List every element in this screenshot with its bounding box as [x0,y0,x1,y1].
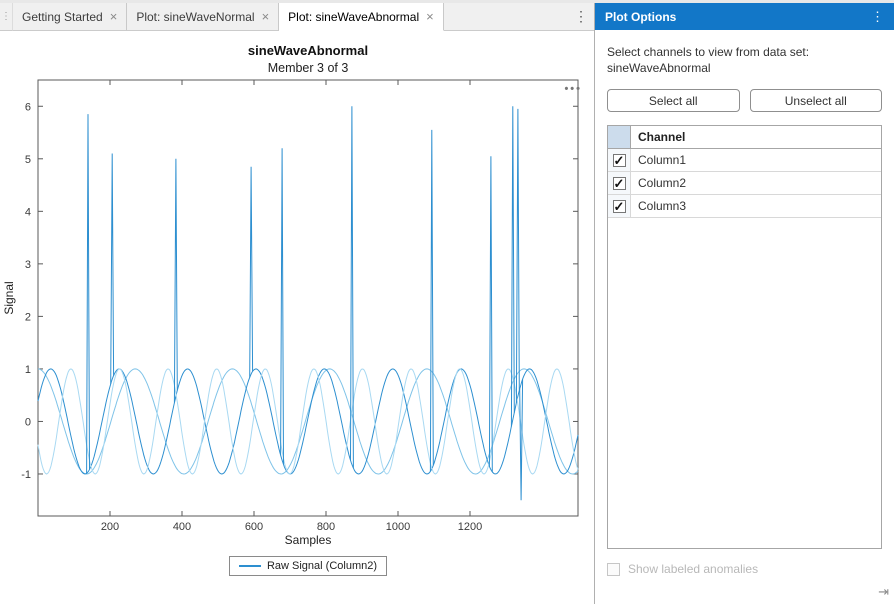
plot-subtitle: Member 3 of 3 [11,61,605,75]
plot-region: sineWaveAbnormal Member 3 of 3 ••• 20040… [0,31,594,604]
channel-name: Column2 [631,172,881,194]
tab-label: Plot: sineWaveNormal [136,10,254,24]
legend-line-swatch [239,565,261,567]
channel-column-header: Channel [631,126,881,148]
svg-text:Signal: Signal [2,281,16,314]
svg-text:5: 5 [25,154,31,166]
panel-header: Plot Options ⋮ [595,3,894,30]
tab-label: Plot: sineWaveAbnormal [288,10,419,24]
legend-wrap: Raw Signal (Column2) [11,556,605,576]
channel-checkbox[interactable] [613,200,626,213]
svg-text:3: 3 [25,259,31,271]
channel-table: Channel Column1 Column2 [607,125,882,549]
tab-label: Getting Started [22,10,103,24]
table-row-column3[interactable]: Column3 [608,195,881,218]
channel-name: Column3 [631,195,881,217]
chart-legend: Raw Signal (Column2) [229,556,387,576]
tab-bar: ⋮ Getting Started × Plot: sineWaveNormal… [0,3,594,31]
show-anomalies-label: Show labeled anomalies [628,562,758,576]
channel-name: Column1 [631,149,881,171]
drag-handle-icon[interactable]: ⋮ [0,3,13,31]
app-window: ⋮ Getting Started × Plot: sineWaveNormal… [0,0,894,604]
legend-label: Raw Signal (Column2) [267,560,377,572]
tab-plot-sinewavenormal[interactable]: Plot: sineWaveNormal × [127,3,279,31]
table-row-column1[interactable]: Column1 [608,149,881,172]
unselect-all-button[interactable]: Unselect all [750,89,883,112]
tab-close-icon[interactable]: × [110,10,118,23]
document-area: ⋮ Getting Started × Plot: sineWaveNormal… [0,3,594,604]
checkbox-cell [608,149,631,171]
tab-overflow-menu-icon[interactable]: ⋮ [568,3,594,31]
svg-text:1000: 1000 [386,521,410,532]
svg-text:1: 1 [25,364,31,376]
tab-bar-spacer [444,3,568,31]
channel-checkbox[interactable] [613,177,626,190]
button-row: Select all Unselect all [607,89,882,112]
signal-chart[interactable]: 200 400 600 800 1000 1200 -1 0 1 2 3 4 5 6 Signal [0,76,594,532]
svg-text:1200: 1200 [458,521,482,532]
checkbox-cell [608,195,631,217]
tab-plot-sinewaveabnormal[interactable]: Plot: sineWaveAbnormal × [279,3,444,31]
svg-text:-1: -1 [21,469,31,481]
description-line-2: sineWaveAbnormal [607,60,882,76]
tab-getting-started[interactable]: Getting Started × [13,3,127,31]
show-anomalies-row: Show labeled anomalies [607,562,882,576]
checkbox-cell [608,172,631,194]
plot-options-panel: Plot Options ⋮ Select channels to view f… [594,3,894,604]
channel-checkbox[interactable] [613,154,626,167]
checkbox-column-header [608,126,631,148]
svg-text:4: 4 [25,206,31,218]
description-line-1: Select channels to view from data set: [607,44,882,60]
svg-text:800: 800 [317,521,335,532]
svg-text:200: 200 [101,521,119,532]
svg-text:600: 600 [245,521,263,532]
table-empty-area [608,218,881,548]
tab-close-icon[interactable]: × [426,10,434,23]
panel-collapse-icon[interactable]: ⇥ [878,584,889,600]
panel-menu-icon[interactable]: ⋮ [871,9,884,25]
svg-text:6: 6 [25,101,31,113]
plot-menu-icon[interactable]: ••• [564,83,582,95]
show-anomalies-checkbox [607,563,620,576]
panel-description: Select channels to view from data set: s… [607,44,882,76]
select-all-button[interactable]: Select all [607,89,740,112]
panel-title: Plot Options [605,10,676,24]
tab-close-icon[interactable]: × [262,10,270,23]
svg-text:2: 2 [25,311,31,323]
x-axis-label: Samples [11,533,605,547]
svg-text:400: 400 [173,521,191,532]
panel-body: Select channels to view from data set: s… [595,30,894,604]
plot-title: sineWaveAbnormal [11,43,605,58]
table-header-row: Channel [608,126,881,149]
table-row-column2[interactable]: Column2 [608,172,881,195]
svg-text:0: 0 [25,416,31,428]
